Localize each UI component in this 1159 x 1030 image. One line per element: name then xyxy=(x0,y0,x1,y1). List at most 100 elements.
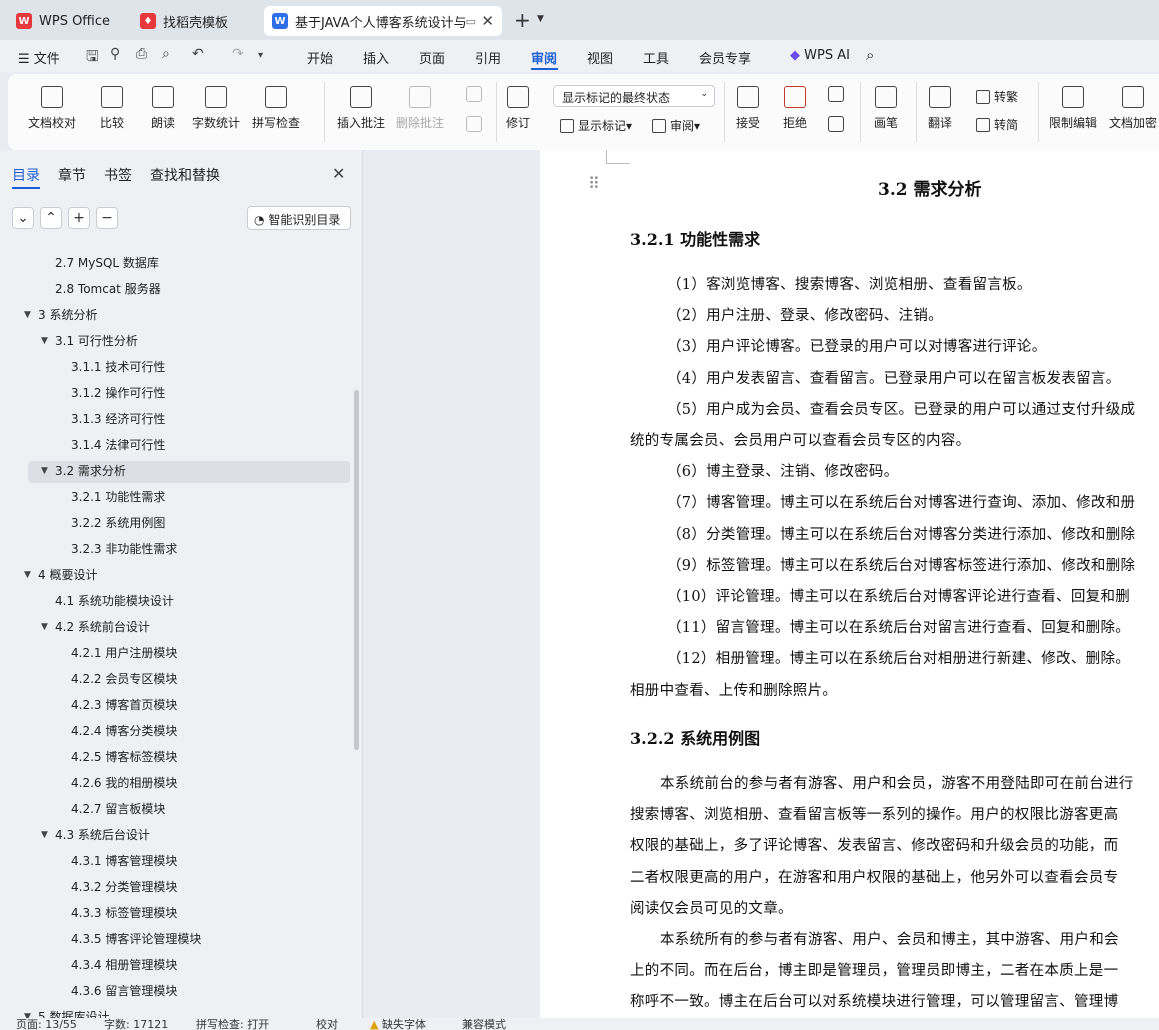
toc-item[interactable]: 3.1 可行性分析 xyxy=(55,330,138,352)
expand-button[interactable]: ⌄ xyxy=(12,207,34,229)
translate-button[interactable]: 翻译 xyxy=(928,86,952,131)
screen-icon[interactable]: ▭ xyxy=(466,15,476,28)
smart-toc-button[interactable]: ◔ 智能识别目录 xyxy=(247,206,351,230)
word-count-button[interactable]: 字数统计 xyxy=(192,86,240,131)
toc-item[interactable]: 4.3 系统后台设计 xyxy=(55,824,150,846)
print-preview-icon[interactable]: ⌕ xyxy=(162,46,170,62)
show-markup-button[interactable]: 显示标记 ▾ xyxy=(560,117,632,134)
doc-encrypt-button[interactable]: 文档加密 xyxy=(1109,86,1157,131)
revise-button[interactable]: 修订 xyxy=(506,86,530,131)
toc-toggle-icon[interactable]: ▼ xyxy=(24,570,31,580)
menu-tools[interactable]: 工具 xyxy=(643,48,669,67)
tab-wps-office[interactable]: W WPS Office xyxy=(8,6,124,36)
share-icon[interactable]: ⚲ xyxy=(110,46,120,62)
remove-heading-button[interactable]: − xyxy=(96,207,118,229)
tab-find-replace[interactable]: 查找和替换 xyxy=(150,165,220,185)
menu-start[interactable]: 开始 xyxy=(307,48,333,67)
toc-item[interactable]: 4.2.2 会员专区模块 xyxy=(71,668,177,690)
toc-item[interactable]: 3.2.2 系统用例图 xyxy=(71,512,165,534)
compare-button[interactable]: 比较 xyxy=(100,86,124,131)
insert-comment-button[interactable]: 插入批注 xyxy=(337,86,385,131)
restrict-edit-button[interactable]: 限制编辑 xyxy=(1049,86,1097,131)
next-comment-button[interactable] xyxy=(466,116,482,138)
close-panel-icon[interactable]: ✕ xyxy=(332,164,345,183)
quick-access-chevron-icon[interactable]: ▾ xyxy=(258,50,263,61)
toc-item[interactable]: 3.2 需求分析 xyxy=(55,460,126,482)
toc-item[interactable]: 3.1.1 技术可行性 xyxy=(71,356,165,378)
toc-item[interactable]: 4.3.1 博客管理模块 xyxy=(71,850,177,872)
toc-item[interactable]: 2.7 MySQL 数据库 xyxy=(55,252,159,274)
file-menu[interactable]: ☰ 文件 xyxy=(18,48,60,67)
delete-comment-button[interactable]: 删除批注 xyxy=(396,86,444,131)
toc-toggle-icon[interactable]: ▼ xyxy=(41,830,48,840)
toc-item[interactable]: 4.2.4 博客分类模块 xyxy=(71,720,177,742)
review-pane-button[interactable]: 审阅 ▾ xyxy=(652,117,700,134)
read-aloud-button[interactable]: 朗读 xyxy=(151,86,175,131)
tab-toc[interactable]: 目录 xyxy=(12,165,40,185)
tab-document[interactable]: W 基于JAVA个人博客系统设计与 ▭ ✕ xyxy=(264,6,502,36)
toc-item[interactable]: 3.2.1 功能性需求 xyxy=(71,486,165,508)
toc-item[interactable]: 4 概要设计 xyxy=(38,564,97,586)
tab-bookmarks[interactable]: 书签 xyxy=(104,165,132,185)
prev-comment-button[interactable] xyxy=(466,86,482,108)
menu-reference[interactable]: 引用 xyxy=(475,48,501,67)
doc-check-button[interactable]: 文档校对 xyxy=(28,86,76,131)
collapse-button[interactable]: ⌃ xyxy=(40,207,62,229)
toc-item[interactable]: 4.2.6 我的相册模块 xyxy=(71,772,177,794)
pen-button[interactable]: 画笔 xyxy=(874,86,898,131)
toc-toggle-icon[interactable]: ▼ xyxy=(41,466,48,476)
toc-item[interactable]: 4.2.3 博客首页模块 xyxy=(71,694,177,716)
menu-page[interactable]: 页面 xyxy=(419,48,445,67)
toc-item[interactable]: 4.2.5 博客标签模块 xyxy=(71,746,177,768)
search-icon[interactable]: ⌕ xyxy=(866,46,874,64)
spell-check-button[interactable]: 拼写检查 xyxy=(252,86,300,131)
toc-item[interactable]: 4.3.2 分类管理模块 xyxy=(71,876,177,898)
toc-item[interactable]: 4.1 系统功能模块设计 xyxy=(55,590,174,612)
prev-change-button[interactable] xyxy=(828,86,844,108)
spell-check-indicator[interactable]: 拼写检查: 打开 xyxy=(196,1018,269,1030)
toc-item[interactable]: 3.1.3 经济可行性 xyxy=(71,408,165,430)
menu-insert[interactable]: 插入 xyxy=(363,48,389,67)
new-tab-icon[interactable]: + xyxy=(514,8,531,32)
word-count-indicator[interactable]: 字数: 17121 xyxy=(104,1018,168,1030)
panel-scrollbar[interactable] xyxy=(354,390,359,750)
toc-item[interactable]: 4.3.6 留言管理模块 xyxy=(71,980,177,1002)
next-change-button[interactable] xyxy=(828,116,844,138)
toc-item[interactable]: 4.3.5 博客评论管理模块 xyxy=(71,928,201,950)
menu-review[interactable]: 审阅 xyxy=(531,48,557,67)
close-tab-icon[interactable]: ✕ xyxy=(481,12,494,30)
page-indicator[interactable]: 页面: 13/55 xyxy=(16,1018,77,1030)
tab-template[interactable]: ♦ 找稻壳模板 xyxy=(132,6,258,36)
markup-mode-select[interactable]: 显示标记的最终状态 ⌄ xyxy=(553,85,715,107)
print-icon[interactable]: ⎙ xyxy=(136,46,147,62)
toc-item[interactable]: 4.3.3 标签管理模块 xyxy=(71,902,177,924)
toc-item[interactable]: 2.8 Tomcat 服务器 xyxy=(55,278,161,300)
toc-item[interactable]: 3.2.3 非功能性需求 xyxy=(71,538,177,560)
toc-item[interactable]: 4.2.7 留言板模块 xyxy=(71,798,165,820)
menu-view[interactable]: 视图 xyxy=(587,48,613,67)
to-traditional-button[interactable]: 转繁 xyxy=(976,88,1018,105)
proof-indicator[interactable]: 校对 xyxy=(316,1018,338,1030)
accept-button[interactable]: 接受 xyxy=(736,86,760,131)
toc-item[interactable]: 3 系统分析 xyxy=(38,304,97,326)
redo-icon[interactable]: ↷ xyxy=(232,46,244,62)
add-heading-button[interactable]: + xyxy=(68,207,90,229)
to-simplified-button[interactable]: 转简 xyxy=(976,116,1018,133)
toc-toggle-icon[interactable]: ▼ xyxy=(24,310,31,320)
toc-item[interactable]: 4.3.4 相册管理模块 xyxy=(71,954,177,976)
toc-toggle-icon[interactable]: ▼ xyxy=(41,622,48,632)
drag-handle-icon[interactable]: ⠿ xyxy=(588,174,600,193)
reject-button[interactable]: 拒绝 xyxy=(783,86,807,131)
chevron-down-icon[interactable]: ▼ xyxy=(537,14,544,24)
missing-font-indicator[interactable]: ▲ 缺失字体 xyxy=(370,1018,426,1030)
toc-item[interactable]: 4.2 系统前台设计 xyxy=(55,616,150,638)
toc-item[interactable]: 3.1.2 操作可行性 xyxy=(71,382,165,404)
toc-toggle-icon[interactable]: ▼ xyxy=(41,336,48,346)
toc-item[interactable]: 3.1.4 法律可行性 xyxy=(71,434,165,456)
toc-item[interactable]: 4.2.1 用户注册模块 xyxy=(71,642,177,664)
wps-ai-button[interactable]: ◆ WPS AI xyxy=(790,48,850,63)
undo-icon[interactable]: ↶ xyxy=(192,46,204,62)
tab-chapters[interactable]: 章节 xyxy=(58,165,86,185)
save-icon[interactable]: 🖫 xyxy=(86,46,99,71)
menu-member[interactable]: 会员专享 xyxy=(699,48,751,67)
